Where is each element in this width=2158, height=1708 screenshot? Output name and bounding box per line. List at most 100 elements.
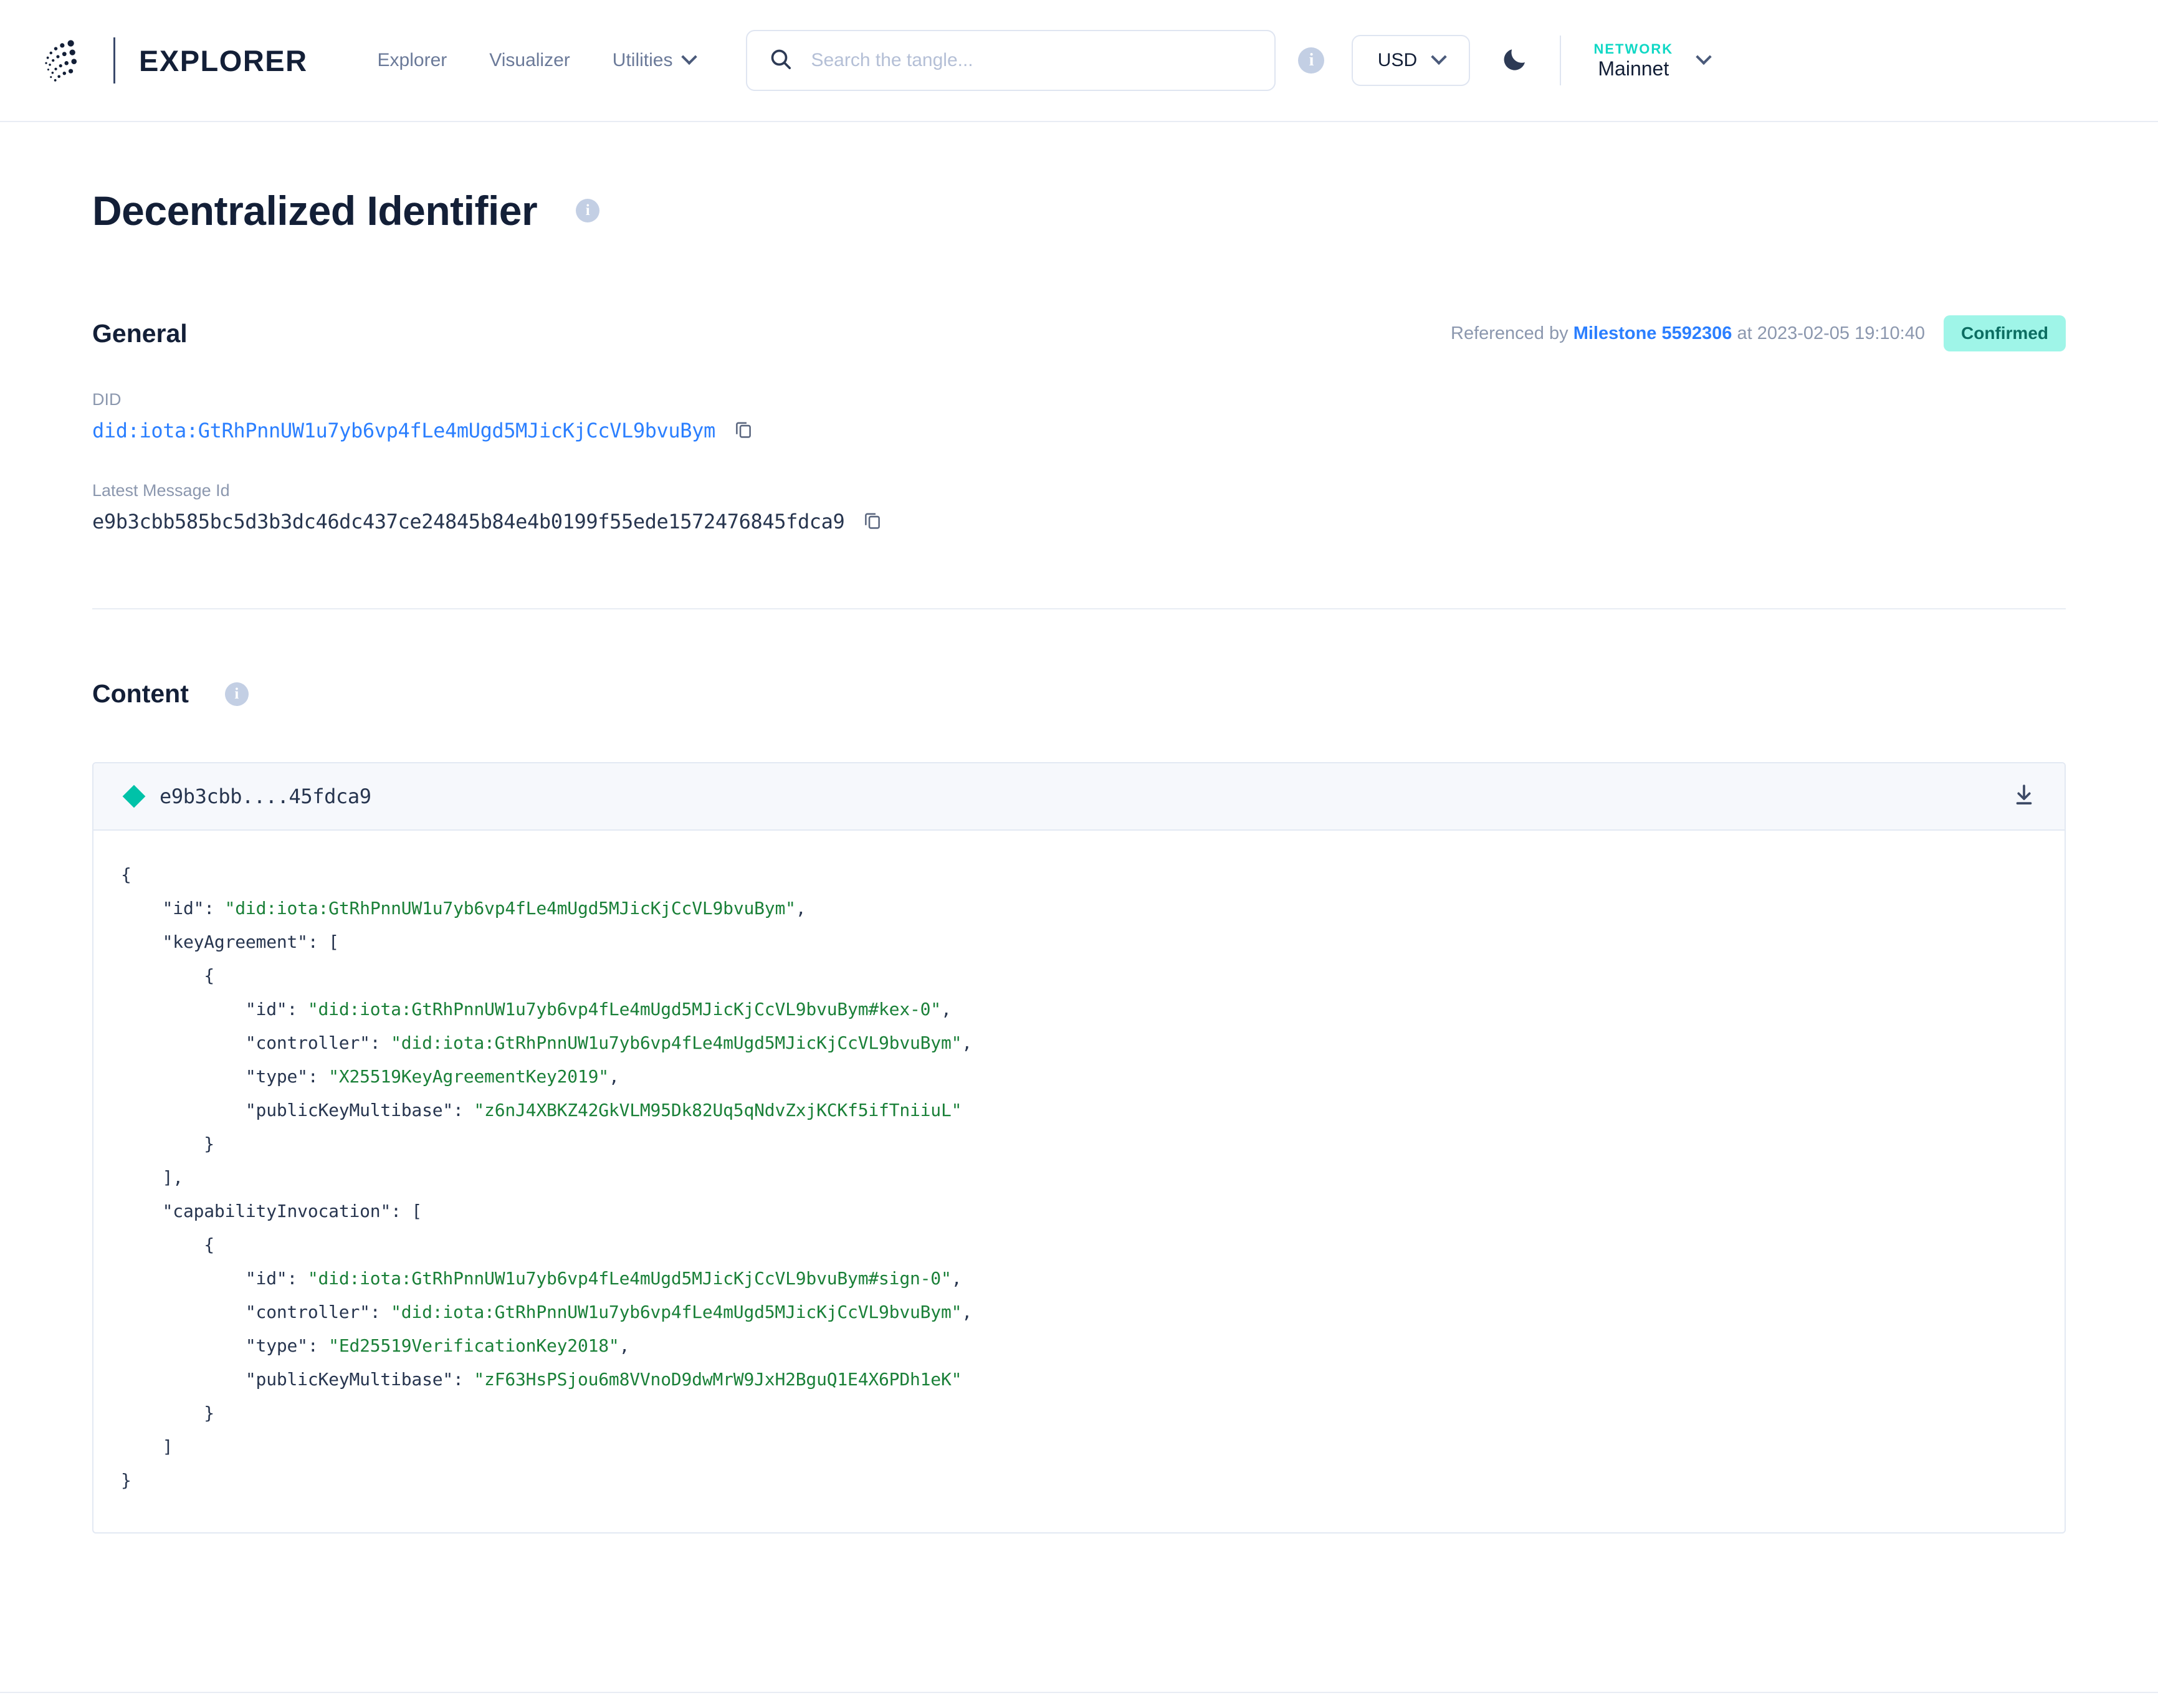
moon-icon: [1500, 44, 1530, 74]
json-string: "zF63HsPSjou6m8VVnoD9dwMrW9JxH2BguQ1E4X6…: [474, 1369, 962, 1390]
json-punctuation: :: [287, 1268, 308, 1289]
json-punctuation: : [: [391, 1201, 422, 1221]
download-icon[interactable]: [2011, 782, 2037, 811]
json-line: {: [121, 858, 2037, 892]
json-punctuation: :: [204, 898, 224, 918]
json-line: }: [121, 1127, 2037, 1161]
json-line: "controller": "did:iota:GtRhPnnUW1u7yb6v…: [121, 1295, 2037, 1329]
json-punctuation: }: [204, 1133, 214, 1154]
json-line: "type": "X25519KeyAgreementKey2019",: [121, 1060, 2037, 1094]
page-title-info-icon[interactable]: i: [576, 199, 599, 222]
json-punctuation: ,: [962, 1302, 972, 1322]
json-line: "controller": "did:iota:GtRhPnnUW1u7yb6v…: [121, 1026, 2037, 1060]
nav-item-label: Utilities: [613, 50, 673, 71]
nav-item-explorer[interactable]: Explorer: [356, 50, 469, 71]
json-line: ]: [121, 1430, 2037, 1464]
json-line: "id": "did:iota:GtRhPnnUW1u7yb6vp4fLe4mU…: [121, 1262, 2037, 1295]
json-key: "controller": [246, 1302, 370, 1322]
page-body: Decentralized Identifier i General Refer…: [0, 187, 2158, 1534]
json-punctuation: :: [370, 1033, 391, 1053]
network-value: Mainnet: [1593, 57, 1673, 80]
logo-divider: [113, 37, 115, 83]
referenced-prefix: Referenced by: [1451, 323, 1568, 343]
header-divider: [1560, 36, 1561, 85]
footer-divider: [0, 1692, 2158, 1693]
nav-item-label: Visualizer: [489, 50, 570, 71]
content-card-title-wrap[interactable]: e9b3cbb....45fdca9: [126, 785, 371, 808]
json-punctuation: : [: [308, 932, 339, 952]
did-field-label: DID: [92, 390, 2066, 409]
json-line: "id": "did:iota:GtRhPnnUW1u7yb6vp4fLe4mU…: [121, 993, 2037, 1026]
json-line: "type": "Ed25519VerificationKey2018",: [121, 1329, 2037, 1363]
logo-area[interactable]: EXPLORER: [39, 34, 308, 87]
copy-icon[interactable]: [862, 509, 883, 533]
page-title: Decentralized Identifier: [92, 187, 537, 234]
latest-message-id-label: Latest Message Id: [92, 481, 2066, 500]
currency-selector[interactable]: USD: [1352, 35, 1470, 86]
json-key: "id": [246, 1268, 287, 1289]
copy-icon[interactable]: [733, 418, 754, 442]
json-line: "keyAgreement": [: [121, 925, 2037, 959]
chevron-down-icon: [682, 49, 697, 65]
json-punctuation: ,: [609, 1066, 619, 1087]
json-punctuation: ,: [962, 1033, 972, 1053]
json-line: "publicKeyMultibase": "z6nJ4XBKZ42GkVLM9…: [121, 1094, 2037, 1127]
content-section-header: Content i: [92, 679, 2066, 708]
json-punctuation: :: [453, 1369, 474, 1390]
search-icon: [768, 47, 793, 75]
json-punctuation: :: [308, 1066, 328, 1087]
json-punctuation: {: [204, 1234, 214, 1255]
json-viewer: { "id": "did:iota:GtRhPnnUW1u7yb6vp4fLe4…: [93, 831, 2065, 1532]
iota-logo-icon: [39, 34, 92, 87]
reference-timestamp: 2023-02-05 19:10:40: [1757, 323, 1925, 343]
chevron-down-icon: [1431, 49, 1446, 65]
json-line: {: [121, 1228, 2037, 1262]
json-string: "X25519KeyAgreementKey2019": [328, 1066, 609, 1087]
nav-item-utilities[interactable]: Utilities: [591, 50, 717, 71]
latest-message-id-value: e9b3cbb585bc5d3b3dc46dc437ce24845b84e4b0…: [92, 510, 844, 533]
json-key: "id": [163, 898, 204, 918]
json-line: "publicKeyMultibase": "zF63HsPSjou6m8VVn…: [121, 1363, 2037, 1396]
json-string: "did:iota:GtRhPnnUW1u7yb6vp4fLe4mUgd5MJi…: [308, 999, 941, 1019]
json-punctuation: ],: [163, 1167, 183, 1188]
json-key: "type": [246, 1335, 308, 1356]
theme-toggle-button[interactable]: [1500, 44, 1530, 77]
did-value[interactable]: did:iota:GtRhPnnUW1u7yb6vp4fLe4mUgd5MJic…: [92, 419, 715, 442]
milestone-link[interactable]: Milestone 5592306: [1573, 323, 1732, 343]
json-string: "did:iota:GtRhPnnUW1u7yb6vp4fLe4mUgd5MJi…: [391, 1302, 962, 1322]
json-punctuation: {: [204, 965, 214, 986]
json-string: "did:iota:GtRhPnnUW1u7yb6vp4fLe4mUgd5MJi…: [391, 1033, 962, 1053]
json-key: "controller": [246, 1033, 370, 1053]
json-key: "keyAgreement": [163, 932, 308, 952]
json-string: "did:iota:GtRhPnnUW1u7yb6vp4fLe4mUgd5MJi…: [308, 1268, 952, 1289]
page-title-row: Decentralized Identifier i: [92, 187, 2066, 234]
content-info-icon[interactable]: i: [225, 682, 249, 706]
json-punctuation: ,: [796, 898, 806, 918]
json-punctuation: ,: [941, 999, 952, 1019]
general-heading: General: [92, 319, 188, 348]
json-line: "id": "did:iota:GtRhPnnUW1u7yb6vp4fLe4mU…: [121, 892, 2037, 925]
json-punctuation: }: [204, 1403, 214, 1423]
content-heading-wrap: Content i: [92, 679, 2066, 708]
chevron-down-icon: [1696, 49, 1711, 65]
network-selector[interactable]: NETWORK Mainnet: [1593, 41, 1709, 80]
search-box[interactable]: [746, 30, 1276, 91]
json-punctuation: }: [121, 1470, 131, 1491]
content-card-header: e9b3cbb....45fdca9: [93, 763, 2065, 831]
json-punctuation: :: [370, 1302, 391, 1322]
json-key: "publicKeyMultibase": [246, 1369, 453, 1390]
content-card-title: e9b3cbb....45fdca9: [160, 785, 371, 808]
latest-message-id-row: e9b3cbb585bc5d3b3dc46dc437ce24845b84e4b0…: [92, 509, 2066, 533]
search-info-icon[interactable]: i: [1298, 47, 1324, 74]
json-key: "capabilityInvocation": [163, 1201, 391, 1221]
json-punctuation: {: [121, 864, 131, 885]
reference-line: Referenced by Milestone 5592306 at 2023-…: [1451, 315, 2066, 351]
search-input[interactable]: [811, 50, 1253, 71]
main-nav: Explorer Visualizer Utilities: [356, 50, 717, 71]
nav-item-label: Explorer: [378, 50, 447, 71]
json-punctuation: :: [453, 1100, 474, 1120]
json-punctuation: ,: [952, 1268, 962, 1289]
json-punctuation: ]: [163, 1436, 173, 1457]
json-key: "type": [246, 1066, 308, 1087]
nav-item-visualizer[interactable]: Visualizer: [468, 50, 591, 71]
